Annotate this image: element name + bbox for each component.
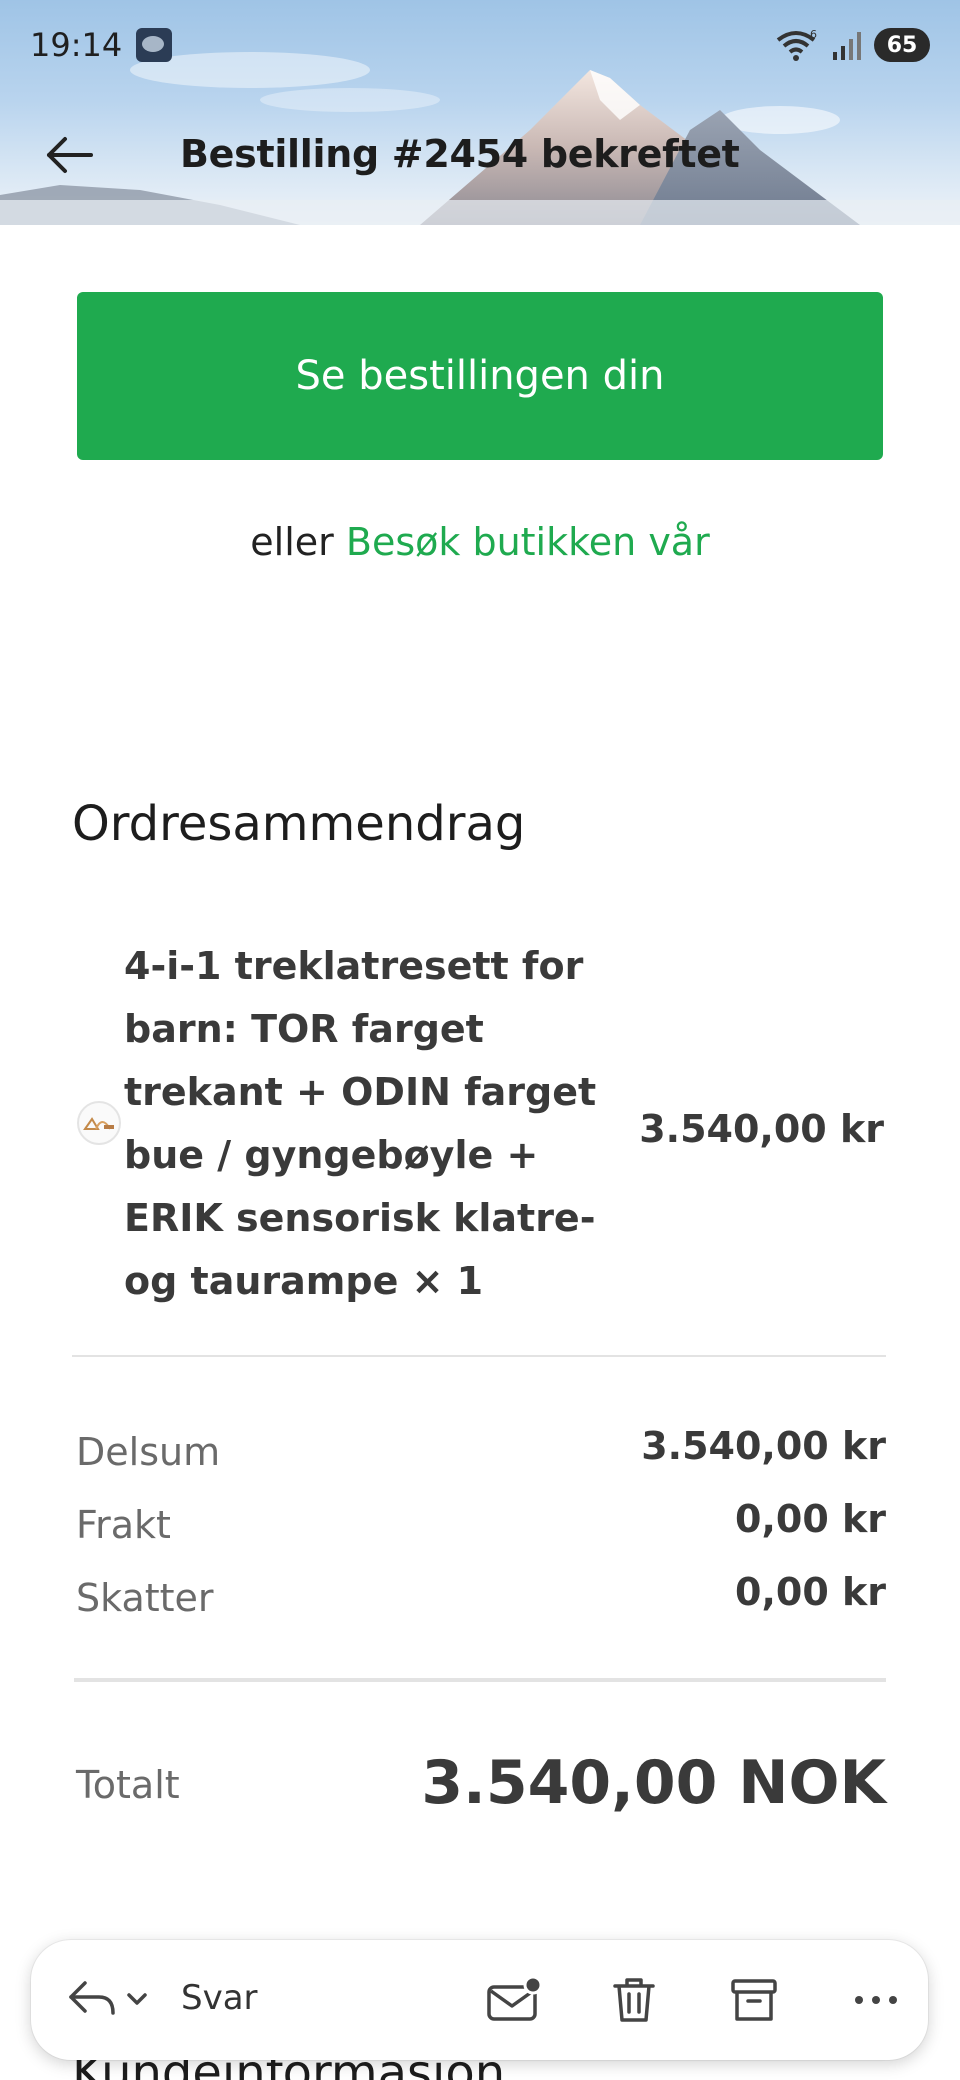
alt-prefix: eller (250, 520, 334, 564)
divider (72, 1355, 886, 1357)
mark-unread-icon (487, 1975, 542, 2021)
reply-button[interactable] (67, 1970, 157, 2030)
back-button[interactable] (40, 128, 100, 182)
archive-icon (731, 1979, 777, 2021)
nav-row: Bestilling #2454 bekreftet (0, 110, 960, 200)
subtotal-label: Delsum (76, 1430, 221, 1474)
subtotal-value: 3.540,00 kr (641, 1424, 886, 1468)
taxes-row: Skatter 0,00 kr (76, 1570, 886, 1636)
taxes-label: Skatter (76, 1576, 214, 1620)
arrow-left-icon (47, 137, 93, 173)
total-label: Totalt (76, 1763, 180, 1807)
delete-button[interactable] (599, 1970, 669, 2030)
shipping-label: Frakt (76, 1503, 171, 1547)
reply-icon (69, 1981, 115, 2015)
taxes-value: 0,00 kr (735, 1570, 886, 1614)
divider (74, 1678, 886, 1682)
product-price: 3.540,00 kr (639, 1107, 884, 1151)
order-summary-title: Ordresammendrag (72, 796, 526, 852)
archive-button[interactable] (719, 1970, 789, 2030)
svg-text:6: 6 (810, 28, 817, 41)
list-item: 4-i-1 treklatresett for barn: TOR farget… (72, 935, 884, 1315)
page-title: Bestilling #2454 bekreftet (180, 132, 740, 176)
total-value: 3.540,00 NOK (421, 1748, 886, 1818)
trash-icon (613, 1978, 655, 2022)
status-time: 19:14 (30, 26, 123, 64)
product-image-icon (83, 1117, 114, 1130)
visit-store-line: eller Besøk butikken vår (0, 520, 960, 564)
product-name: 4-i-1 treklatresett for barn: TOR farget… (124, 944, 597, 1303)
product-thumbnail (77, 1101, 121, 1145)
more-icon (855, 1996, 897, 2004)
more-button[interactable] (841, 1970, 911, 2030)
mail-action-toolbar: Svar (31, 1940, 928, 2060)
shipping-row: Frakt 0,00 kr (76, 1497, 886, 1563)
visit-store-link[interactable]: Besøk butikken vår (346, 520, 710, 564)
wifi-icon: 6 (776, 28, 817, 61)
header-banner: 19:14 6 65 Bestilling #2454 bekreftet (0, 0, 960, 225)
reply-label[interactable]: Svar (181, 1978, 258, 2018)
view-order-button[interactable]: Se bestillingen din (77, 292, 883, 460)
status-bar: 19:14 6 65 (0, 0, 960, 90)
notification-thumbnail-icon (136, 28, 173, 62)
subtotal-row: Delsum 3.540,00 kr (76, 1424, 886, 1490)
chevron-down-icon (127, 1993, 147, 2005)
battery-indicator: 65 (874, 28, 930, 62)
signal-icon (833, 32, 861, 60)
shipping-value: 0,00 kr (735, 1497, 886, 1541)
mark-unread-button[interactable] (479, 1970, 549, 2030)
